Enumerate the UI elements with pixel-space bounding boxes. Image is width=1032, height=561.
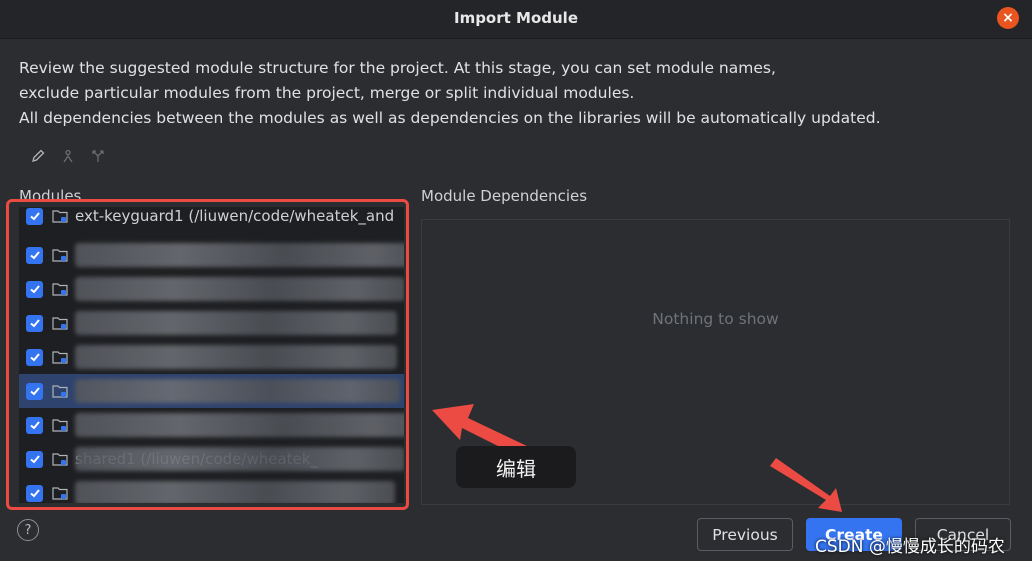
watermark: CSDN @慢慢成长的码农 — [815, 537, 1005, 557]
annotation-callout: 编辑 — [456, 446, 576, 488]
arrow-to-create — [770, 458, 842, 512]
